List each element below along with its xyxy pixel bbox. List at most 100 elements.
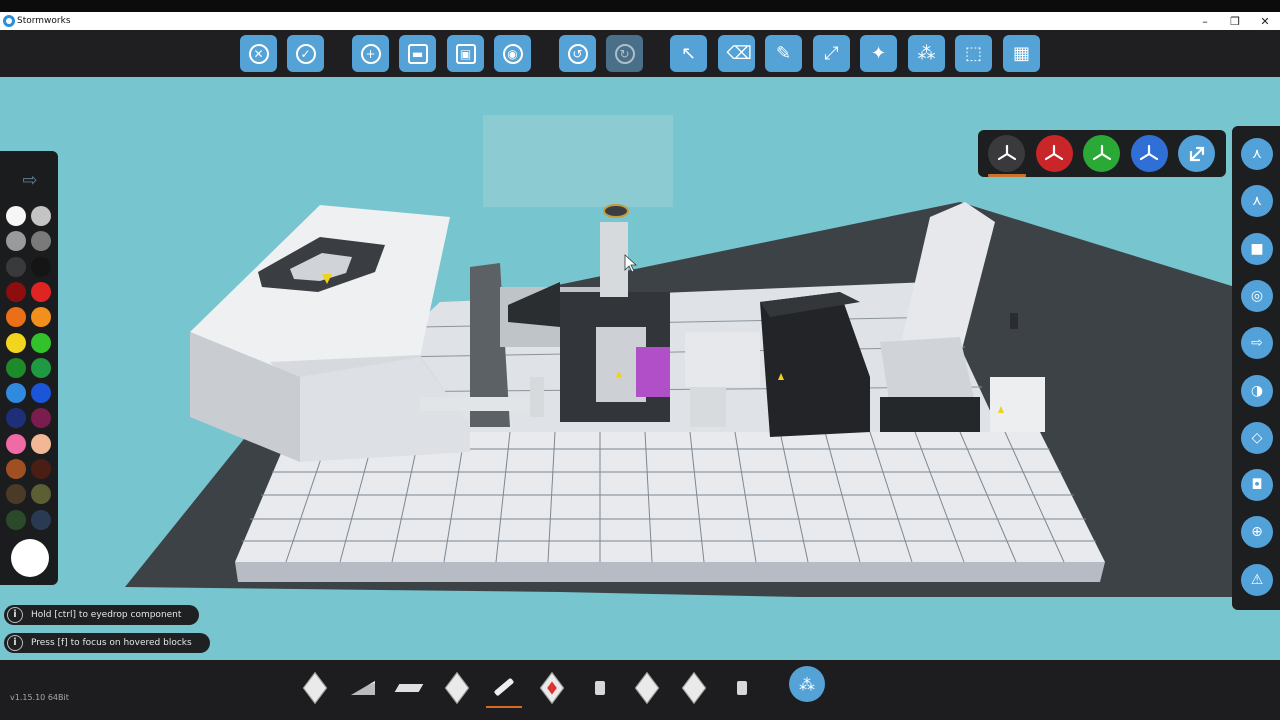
minimize-icon[interactable]: – (1190, 12, 1220, 30)
warning-icon[interactable]: ⚠ (1241, 563, 1273, 596)
color-swatch[interactable] (6, 307, 26, 328)
color-swatch[interactable] (6, 206, 26, 226)
undo-icon: ↺ (567, 43, 588, 64)
cube-icon-2 (634, 671, 660, 705)
color-swatch[interactable] (6, 357, 26, 378)
cube-outline-icon[interactable]: ◇ (1241, 421, 1273, 454)
inventory-slot[interactable] (345, 668, 381, 708)
inventory-slot[interactable] (486, 668, 522, 708)
camera-icon[interactable]: ■ (1241, 232, 1273, 265)
color-swatch[interactable] (6, 231, 26, 252)
paint-brush-button[interactable]: ✎ (765, 35, 802, 72)
target-icon[interactable]: ◎ (1241, 279, 1273, 312)
color-swatch[interactable] (31, 332, 51, 353)
logic-button[interactable]: ⁂ (908, 35, 945, 72)
color-swatch[interactable] (6, 383, 26, 404)
restore-icon[interactable]: ❐ (1220, 12, 1250, 30)
new-button[interactable]: + (352, 35, 389, 72)
hint-text: Press [f] to focus on hovered blocks (31, 638, 192, 648)
axis-gizmo-icon[interactable]: ⋏ (1241, 138, 1273, 170)
paint-brush-icon: ✎ (775, 42, 792, 64)
redo-icon: ↻ (614, 43, 635, 64)
color-swatch[interactable] (31, 206, 51, 226)
color-swatch[interactable] (6, 332, 26, 353)
info-icon: i (7, 635, 23, 651)
color-swatch[interactable] (6, 281, 26, 302)
eraser-button[interactable]: ⌫ (718, 35, 755, 72)
arrow-forward-icon[interactable]: ⇨ (1241, 327, 1273, 360)
logic-icon: ⁂ (917, 42, 936, 64)
piston-icon (737, 681, 747, 695)
folder-icon: ▬ (407, 43, 428, 64)
inventory-slot[interactable] (391, 668, 427, 708)
color-swatch[interactable] (6, 459, 26, 479)
save-button[interactable]: ▣ (447, 35, 484, 72)
inventory-slot[interactable] (582, 668, 618, 708)
inventory-slot[interactable] (297, 668, 333, 708)
color-swatch[interactable] (31, 484, 51, 505)
color-swatch[interactable] (31, 383, 51, 404)
color-swatch[interactable] (31, 433, 51, 454)
microcontroller-button[interactable]: ▦ (1003, 35, 1040, 72)
inventory-slot[interactable] (724, 668, 760, 708)
color-swatch[interactable] (31, 459, 51, 479)
transform-button[interactable]: ⤢ (813, 35, 850, 72)
axis-view-neutral-icon[interactable] (988, 135, 1025, 172)
close-icon: ✕ (248, 43, 269, 64)
undo-button[interactable]: ↺ (559, 35, 596, 72)
color-swatch[interactable] (31, 231, 51, 252)
axis-gizmo-alt-icon[interactable]: ⋏ (1241, 185, 1273, 218)
selected-color-swatch[interactable] (11, 539, 49, 577)
logic-nodes-icon[interactable]: ⁂ (789, 666, 825, 702)
new-icon: + (360, 43, 381, 64)
lightbulb-icon: ✦ (870, 42, 887, 64)
arrow-right-icon[interactable]: ⇨ (10, 164, 50, 196)
save-icon: ▣ (455, 43, 476, 64)
hint-focus: i Press [f] to focus on hovered blocks (4, 633, 210, 653)
select-cursor-button[interactable]: ↖ (670, 35, 707, 72)
eraser-icon: ⌫ (726, 42, 752, 64)
color-swatch[interactable] (6, 484, 26, 505)
small-part-icon (595, 681, 605, 695)
flat-plate-icon (394, 684, 424, 692)
vehicle-icon[interactable]: ⊕ (1241, 516, 1273, 549)
selection-box-button[interactable]: ⬚ (955, 35, 992, 72)
color-swatch[interactable] (31, 256, 51, 277)
stormworks-editor: Stormworks – ❐ ✕ ✕ ✓ + ▬ ▣ ◉ ↺ ↻ ↖ ⌫ ✎ ⤢ ✦ ⁂ ⬚ ▦ (0, 0, 1280, 720)
inventory-slot[interactable] (439, 668, 475, 708)
microcontroller-icon: ▦ (1012, 42, 1030, 64)
wedge-block-icon (351, 681, 375, 695)
axis-view-x-icon[interactable] (1035, 135, 1073, 172)
close-icon[interactable]: ✕ (1250, 12, 1280, 30)
inventory-slot[interactable] (676, 668, 712, 708)
inventory-slot[interactable] (534, 668, 570, 708)
redo-button[interactable]: ↻ (606, 35, 643, 72)
axis-view-y-icon[interactable] (1083, 135, 1120, 172)
color-swatch[interactable] (31, 281, 51, 302)
color-swatch[interactable] (31, 357, 51, 378)
color-swatch[interactable] (31, 408, 51, 429)
selection-ghost (483, 115, 673, 207)
color-swatch[interactable] (6, 408, 26, 429)
rotate-view-icon[interactable]: ◑ (1241, 374, 1273, 407)
steam-button[interactable]: ◉ (494, 35, 531, 72)
folder-button[interactable]: ▬ (399, 35, 436, 72)
bottom-inventory-bar: v1.15.10 64Bit ⁂ (0, 660, 1280, 720)
expand-view-icon[interactable] (1178, 135, 1215, 172)
axis-view-z-icon[interactable] (1130, 135, 1168, 172)
check-button[interactable]: ✓ (287, 35, 324, 72)
check-icon: ✓ (295, 43, 316, 64)
color-palette: ⇨ (0, 151, 58, 585)
close-button[interactable]: ✕ (240, 35, 277, 72)
color-swatch[interactable] (6, 256, 26, 277)
color-swatch[interactable] (6, 509, 26, 530)
camera-settings-icon[interactable]: ◘ (1241, 469, 1273, 502)
select-cursor-icon: ↖ (680, 42, 697, 64)
color-swatch[interactable] (31, 307, 51, 328)
hint-eyedrop: i Hold [ctrl] to eyedrop component (4, 605, 200, 625)
color-swatch[interactable] (6, 433, 26, 454)
selection-box-icon: ⬚ (964, 42, 982, 64)
color-swatch[interactable] (31, 509, 51, 530)
inventory-slot[interactable] (629, 668, 665, 708)
lightbulb-button[interactable]: ✦ (860, 35, 897, 72)
